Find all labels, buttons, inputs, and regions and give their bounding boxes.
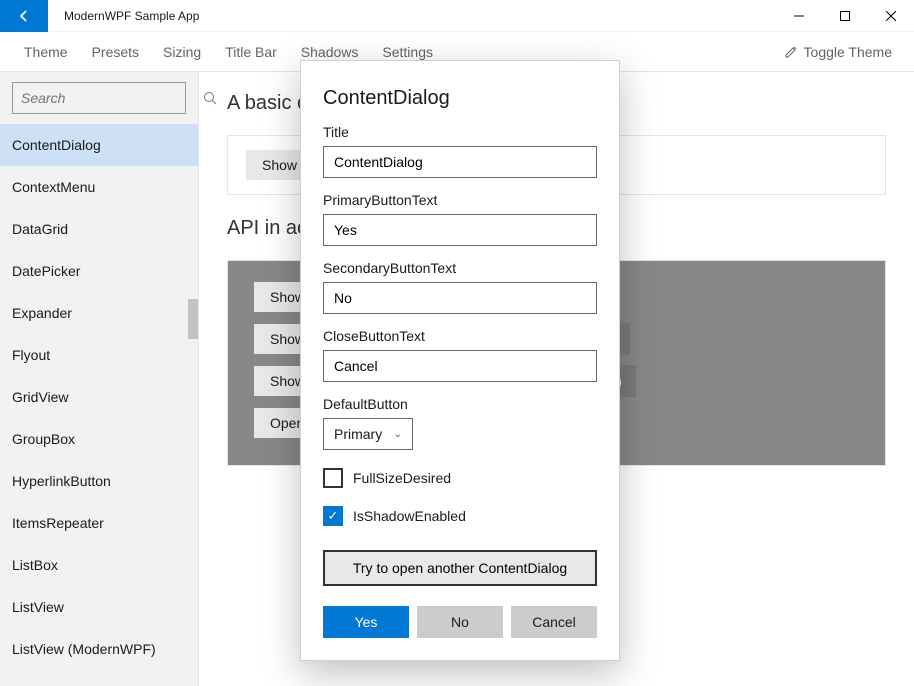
nav-item-flyout[interactable]: Flyout	[0, 334, 198, 376]
nav-item-contextmenu[interactable]: ContextMenu	[0, 166, 198, 208]
titlebar: ModernWPF Sample App	[0, 0, 914, 32]
nav-item-gridview[interactable]: GridView	[0, 376, 198, 418]
search-box[interactable]	[12, 82, 186, 114]
label-secondarybuttontext: SecondaryButtonText	[323, 260, 597, 276]
dialog-title: ContentDialog	[323, 87, 597, 110]
input-title[interactable]	[323, 146, 597, 178]
close-window-button[interactable]	[868, 0, 914, 32]
back-button[interactable]	[0, 0, 48, 32]
nav-item-expander[interactable]: Expander	[0, 292, 198, 334]
nav-item-menu[interactable]: Menu	[0, 670, 198, 686]
checkbox-row-isshadowenabled[interactable]: ✓ IsShadowEnabled	[323, 506, 597, 526]
input-secondarybuttontext[interactable]	[323, 282, 597, 314]
try-open-another-button[interactable]: Try to open another ContentDialog	[323, 550, 597, 586]
content-dialog: ContentDialog Title PrimaryButtonText Se…	[300, 60, 620, 661]
sidebar-scrollbar[interactable]	[188, 299, 198, 339]
pencil-icon	[784, 45, 798, 59]
nav-item-contentdialog[interactable]: ContentDialog	[0, 124, 198, 166]
search-input[interactable]	[21, 90, 203, 106]
nav-item-listview-modernwpf[interactable]: ListView (ModernWPF)	[0, 628, 198, 670]
menu-titlebar[interactable]: Title Bar	[213, 38, 289, 66]
window-controls	[776, 0, 914, 32]
nav-item-listview[interactable]: ListView	[0, 586, 198, 628]
combo-defaultbutton-value: Primary	[334, 426, 382, 442]
minimize-button[interactable]	[776, 0, 822, 32]
nav-item-datagrid[interactable]: DataGrid	[0, 208, 198, 250]
app-title: ModernWPF Sample App	[64, 9, 199, 23]
maximize-button[interactable]	[822, 0, 868, 32]
sidebar: ︿ ContentDialog ContextMenu DataGrid Dat…	[0, 72, 199, 686]
dialog-no-button[interactable]: No	[417, 606, 503, 638]
toggle-theme-button[interactable]: Toggle Theme	[774, 38, 902, 66]
label-fullsizedesired: FullSizeDesired	[353, 470, 451, 486]
label-closebuttontext: CloseButtonText	[323, 328, 597, 344]
menu-theme[interactable]: Theme	[12, 38, 80, 66]
dialog-cancel-button[interactable]: Cancel	[511, 606, 597, 638]
maximize-icon	[840, 11, 850, 21]
combo-defaultbutton[interactable]: Primary ⌄	[323, 418, 413, 450]
checkbox-row-fullsizedesired[interactable]: FullSizeDesired	[323, 468, 597, 488]
nav-item-itemsrepeater[interactable]: ItemsRepeater	[0, 502, 198, 544]
label-defaultbutton: DefaultButton	[323, 396, 597, 412]
dialog-yes-button[interactable]: Yes	[323, 606, 409, 638]
label-primarybuttontext: PrimaryButtonText	[323, 192, 597, 208]
checkbox-isshadowenabled[interactable]: ✓	[323, 506, 343, 526]
dialog-button-row: Yes No Cancel	[323, 606, 597, 638]
checkbox-fullsizedesired[interactable]	[323, 468, 343, 488]
input-primarybuttontext[interactable]	[323, 214, 597, 246]
nav-item-groupbox[interactable]: GroupBox	[0, 418, 198, 460]
menu-presets[interactable]: Presets	[80, 38, 151, 66]
nav-item-listbox[interactable]: ListBox	[0, 544, 198, 586]
toggle-theme-label: Toggle Theme	[804, 44, 892, 60]
menu-sizing[interactable]: Sizing	[151, 38, 213, 66]
minimize-icon	[794, 11, 804, 21]
chevron-down-icon: ⌄	[394, 429, 402, 440]
nav-item-datepicker[interactable]: DatePicker	[0, 250, 198, 292]
label-title: Title	[323, 124, 597, 140]
input-closebuttontext[interactable]	[323, 350, 597, 382]
arrow-left-icon	[16, 8, 32, 24]
label-isshadowenabled: IsShadowEnabled	[353, 508, 466, 524]
nav-list: ︿ ContentDialog ContextMenu DataGrid Dat…	[0, 124, 198, 686]
close-icon	[886, 11, 896, 21]
nav-item-hyperlinkbutton[interactable]: HyperlinkButton	[0, 460, 198, 502]
